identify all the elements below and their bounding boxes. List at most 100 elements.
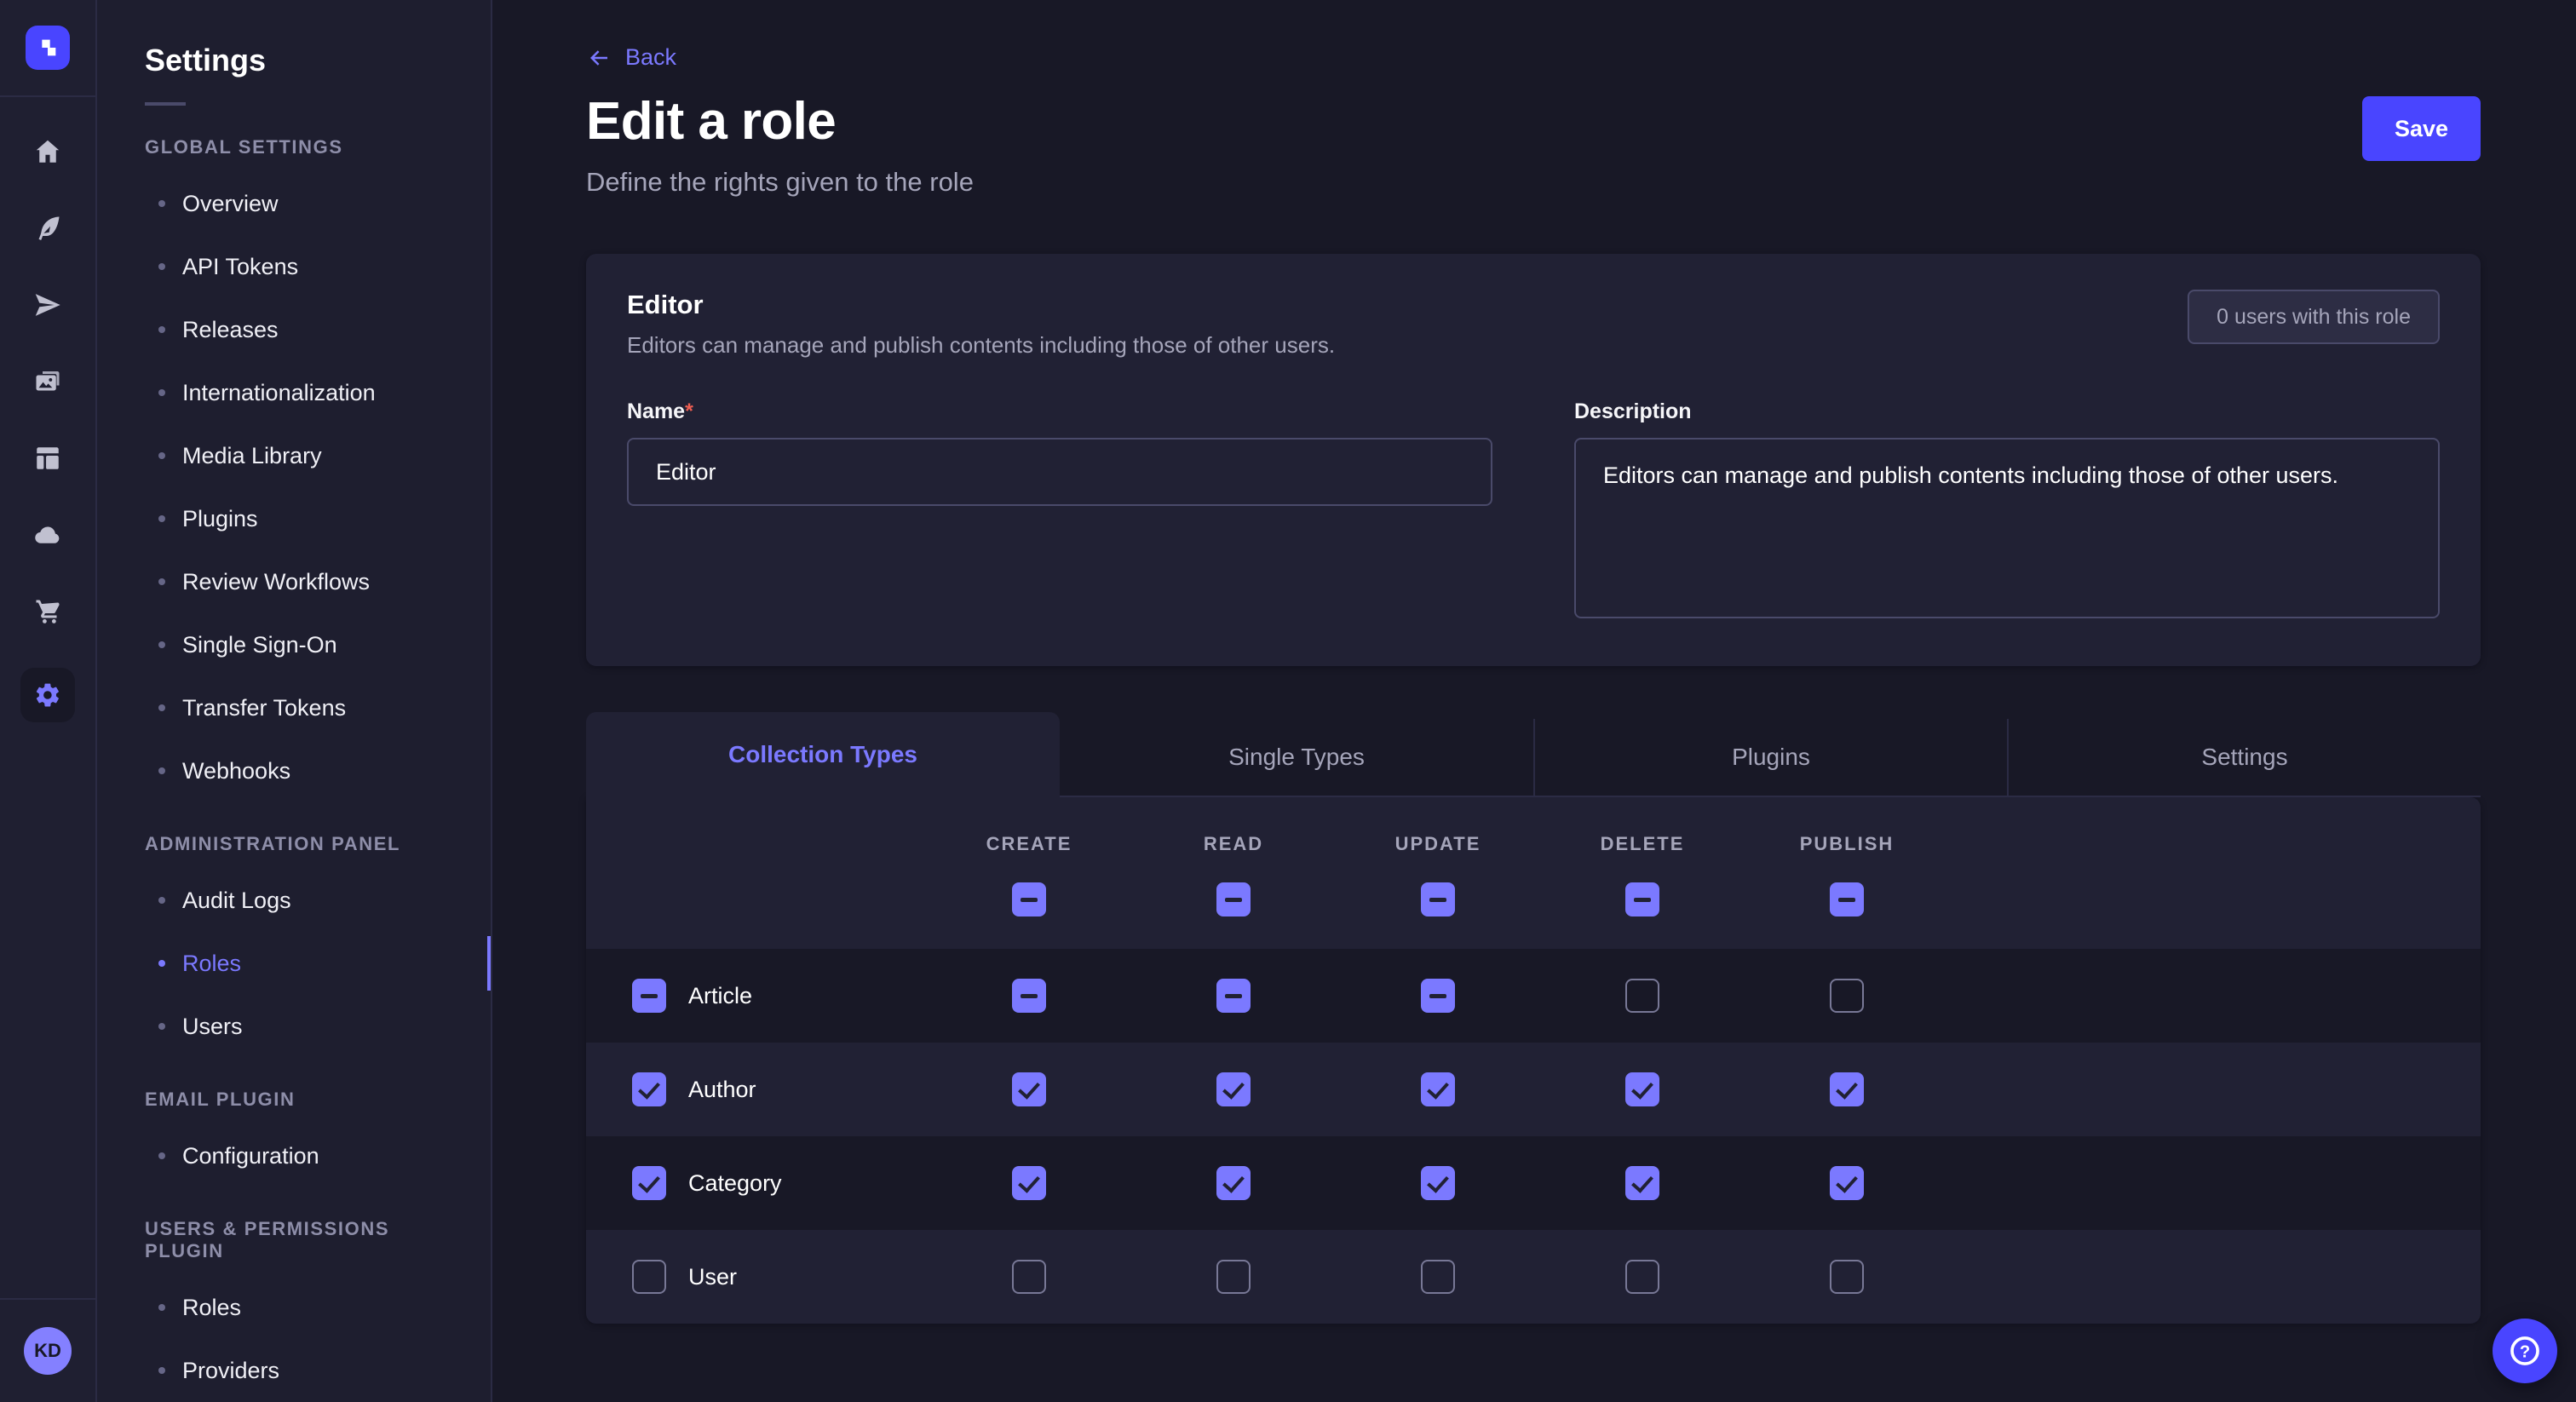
rail-item-feather[interactable]	[27, 208, 68, 249]
bullet-dot	[158, 1152, 165, 1159]
bullet-dot	[158, 704, 165, 711]
subnav-item-media-library[interactable]: Media Library	[97, 424, 491, 487]
rail-item-media-library[interactable]	[27, 361, 68, 402]
main-content: Back Edit a role Define the rights given…	[491, 0, 2576, 1402]
subnav-item-api-tokens[interactable]: API Tokens	[97, 235, 491, 298]
rail-item-settings-gear[interactable]	[20, 668, 75, 722]
tab-settings[interactable]: Settings	[2007, 719, 2481, 797]
user-delete-checkbox-unchecked[interactable]	[1625, 1260, 1659, 1294]
article-delete-checkbox-unchecked[interactable]	[1625, 979, 1659, 1013]
avatar[interactable]: KD	[24, 1327, 72, 1375]
category-create-checkbox-checked[interactable]	[1012, 1166, 1046, 1200]
description-textarea[interactable]: Editors can manage and publish contents …	[1574, 438, 2440, 618]
row-user-checkbox-unchecked[interactable]	[632, 1260, 666, 1294]
article-update-checkbox-indeterminate[interactable]	[1421, 979, 1455, 1013]
checkbox-cell	[1131, 882, 1336, 916]
subnav-item-label: Configuration	[182, 1143, 319, 1169]
rail-item-marketplace-cart[interactable]	[27, 591, 68, 632]
category-read-checkbox-checked[interactable]	[1216, 1166, 1251, 1200]
subnav-item-single-sign-on[interactable]: Single Sign-On	[97, 613, 491, 676]
author-create-checkbox-checked[interactable]	[1012, 1072, 1046, 1106]
category-delete-checkbox-checked[interactable]	[1625, 1166, 1659, 1200]
subnav-section-label: ADMINISTRATION PANEL	[97, 833, 491, 855]
back-button[interactable]: Back	[586, 0, 676, 71]
subnav-item-releases[interactable]: Releases	[97, 298, 491, 361]
checkbox-cell	[1540, 979, 1745, 1013]
checkbox-cell	[1745, 882, 1949, 916]
subnav-item-overview[interactable]: Overview	[97, 172, 491, 235]
author-publish-checkbox-checked[interactable]	[1830, 1072, 1864, 1106]
subnav-item-transfer-tokens[interactable]: Transfer Tokens	[97, 676, 491, 739]
permission-row-user: User	[586, 1230, 2481, 1324]
strapi-logo-icon[interactable]	[26, 26, 70, 70]
author-delete-checkbox-checked[interactable]	[1625, 1072, 1659, 1106]
subnav-item-label: Webhooks	[182, 758, 290, 784]
row-label-cell: Article	[586, 979, 927, 1013]
subnav-item-webhooks[interactable]: Webhooks	[97, 739, 491, 802]
subnav-item-providers[interactable]: Providers	[97, 1339, 491, 1402]
author-update-checkbox-checked[interactable]	[1421, 1072, 1455, 1106]
subnav-item-roles[interactable]: Roles	[97, 932, 491, 995]
select-all-read-checkbox-indeterminate[interactable]	[1216, 882, 1251, 916]
row-category-checkbox-checked[interactable]	[632, 1166, 666, 1200]
bullet-dot	[158, 767, 165, 774]
row-author-checkbox-checked[interactable]	[632, 1072, 666, 1106]
tab-collection-types[interactable]: Collection Types	[586, 712, 1060, 797]
user-read-checkbox-unchecked[interactable]	[1216, 1260, 1251, 1294]
tab-plugins[interactable]: Plugins	[1533, 719, 2007, 797]
subnav-item-roles[interactable]: Roles	[97, 1276, 491, 1339]
select-all-update-checkbox-indeterminate[interactable]	[1421, 882, 1455, 916]
subnav-item-label: Plugins	[182, 506, 258, 532]
name-input[interactable]	[627, 438, 1492, 506]
row-article-checkbox-indeterminate[interactable]	[632, 979, 666, 1013]
category-publish-checkbox-checked[interactable]	[1830, 1166, 1864, 1200]
checkbox-cell	[1540, 1166, 1745, 1200]
permissions-header: CreateReadUpdateDeletePublish	[586, 797, 2481, 949]
rail-item-paper-plane[interactable]	[27, 284, 68, 325]
subnav-item-configuration[interactable]: Configuration	[97, 1124, 491, 1187]
checkbox-cell	[927, 979, 1131, 1013]
content-type-label: Category	[688, 1170, 782, 1197]
subnav-item-audit-logs[interactable]: Audit Logs	[97, 869, 491, 932]
select-all-publish-checkbox-indeterminate[interactable]	[1830, 882, 1864, 916]
content-type-label: User	[688, 1264, 737, 1290]
name-field-label: Name*	[627, 399, 1492, 424]
rail-bottom: KD	[0, 1298, 95, 1402]
save-button[interactable]: Save	[2362, 96, 2481, 161]
user-publish-checkbox-unchecked[interactable]	[1830, 1260, 1864, 1294]
select-all-create-checkbox-indeterminate[interactable]	[1012, 882, 1046, 916]
checkbox-cell	[1336, 979, 1540, 1013]
rail-item-layout[interactable]	[27, 438, 68, 479]
subnav-item-plugins[interactable]: Plugins	[97, 487, 491, 550]
user-update-checkbox-unchecked[interactable]	[1421, 1260, 1455, 1294]
checkbox-cell	[1131, 1260, 1336, 1294]
cloud-icon	[32, 520, 63, 550]
subnav-item-users[interactable]: Users	[97, 995, 491, 1058]
article-create-checkbox-indeterminate[interactable]	[1012, 979, 1046, 1013]
checkbox-cell	[1745, 1072, 1949, 1106]
checkbox-cell	[1745, 1166, 1949, 1200]
checkbox-cell	[1540, 882, 1745, 916]
feather-icon	[32, 213, 63, 244]
permissions-panel: CreateReadUpdateDeletePublish Article Aut…	[586, 797, 2481, 1324]
rail-item-cloud[interactable]	[27, 514, 68, 555]
user-create-checkbox-unchecked[interactable]	[1012, 1260, 1046, 1294]
author-read-checkbox-checked[interactable]	[1216, 1072, 1251, 1106]
help-button[interactable]: ?	[2493, 1319, 2557, 1383]
article-read-checkbox-indeterminate[interactable]	[1216, 979, 1251, 1013]
paper-plane-icon	[32, 290, 63, 320]
required-asterisk: *	[685, 399, 693, 423]
content-type-label: Author	[688, 1077, 756, 1103]
subnav-item-review-workflows[interactable]: Review Workflows	[97, 550, 491, 613]
checkbox-cell	[927, 1260, 1131, 1294]
subnav-item-internationalization[interactable]: Internationalization	[97, 361, 491, 424]
bullet-dot	[158, 1023, 165, 1030]
tab-single-types[interactable]: Single Types	[1060, 719, 1533, 797]
users-with-role-badge[interactable]: 0 users with this role	[2188, 290, 2440, 344]
category-update-checkbox-checked[interactable]	[1421, 1166, 1455, 1200]
page-subtitle: Define the rights given to the role	[586, 167, 974, 198]
rail-item-home[interactable]	[27, 131, 68, 172]
article-publish-checkbox-unchecked[interactable]	[1830, 979, 1864, 1013]
select-all-delete-checkbox-indeterminate[interactable]	[1625, 882, 1659, 916]
checkbox-cell	[1131, 1166, 1336, 1200]
